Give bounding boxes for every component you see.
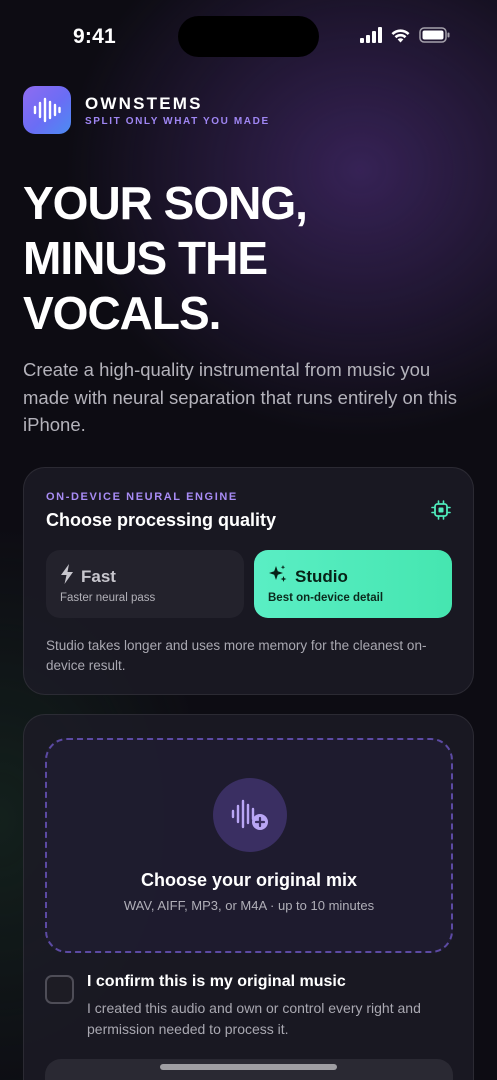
hero-title: YOUR SONG, MINUS THE VOCALS.	[23, 176, 463, 341]
hero-title-line: YOUR SONG,	[23, 177, 308, 229]
file-drop-zone[interactable]: Choose your original mix WAV, AIFF, MP3,…	[45, 738, 453, 953]
quality-option-subtitle: Best on-device detail	[268, 592, 384, 604]
quality-eyebrow: ON-DEVICE NEURAL ENGINE	[46, 491, 238, 503]
waveform-icon	[23, 86, 71, 134]
brand-header: OWNSTEMS SPLIT ONLY WHAT YOU MADE	[23, 86, 270, 134]
confirm-checkbox[interactable]	[45, 975, 74, 1004]
bolt-icon	[60, 564, 74, 589]
battery-icon	[419, 27, 451, 48]
status-time: 9:41	[73, 25, 116, 48]
quality-note: Studio takes longer and uses more memory…	[46, 638, 427, 673]
quality-option-subtitle: Faster neural pass	[60, 592, 156, 604]
quality-title: Choose processing quality	[46, 510, 277, 530]
status-icons	[360, 27, 451, 48]
hero-title-line: MINUS THE	[23, 232, 268, 284]
quality-option-fast[interactable]: Fast Faster neural pass	[46, 550, 244, 618]
waveform-add-icon	[213, 778, 287, 852]
home-indicator[interactable]	[160, 1064, 337, 1070]
drop-zone-subtitle: WAV, AIFF, MP3, or M4A · up to 10 minute…	[123, 898, 375, 913]
quality-card: ON-DEVICE NEURAL ENGINE Choose processin…	[23, 467, 474, 695]
hero-description: Create a high-quality instrumental from …	[23, 359, 457, 435]
sparkles-icon	[268, 564, 288, 589]
app-name: OWNSTEMS	[85, 93, 203, 113]
dynamic-island	[178, 16, 319, 57]
chip-icon	[431, 500, 451, 525]
hero-title-line: VOCALS.	[23, 287, 221, 339]
cellular-signal-icon	[360, 27, 382, 48]
drop-zone-title: Choose your original mix	[140, 870, 358, 890]
quality-option-studio[interactable]: Studio Best on-device detail	[254, 550, 452, 618]
wifi-icon	[390, 27, 411, 48]
quality-option-label: Fast	[81, 566, 116, 586]
upload-card: Choose your original mix WAV, AIFF, MP3,…	[23, 714, 474, 1080]
app-tagline: SPLIT ONLY WHAT YOU MADE	[85, 115, 270, 127]
confirm-title[interactable]: I confirm this is my original music	[87, 973, 346, 991]
status-bar: 9:41	[0, 0, 497, 74]
quality-option-label: Studio	[295, 566, 348, 586]
confirm-description: I created this audio and own or control …	[87, 1000, 421, 1037]
